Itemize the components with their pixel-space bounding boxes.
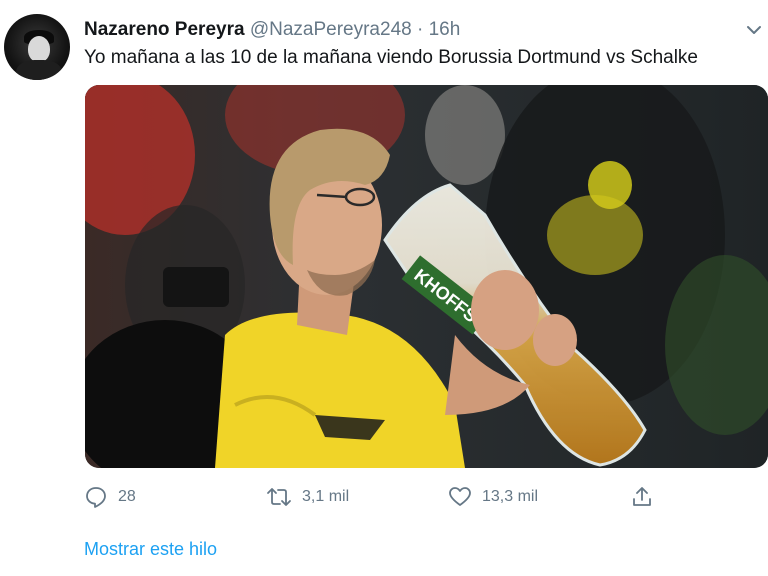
avatar[interactable] [4, 14, 70, 80]
like-button[interactable]: 13,3 mil [448, 484, 538, 510]
share-icon [633, 487, 651, 506]
tweet: Nazareno Pereyra @NazaPereyra248 · 16h Y… [0, 0, 768, 576]
photo-illustration: KHOFFS [85, 85, 768, 468]
reply-icon [86, 487, 106, 508]
share-button[interactable] [630, 484, 654, 510]
retweet-button[interactable]: 3,1 mil [266, 484, 349, 510]
show-thread-link[interactable]: Mostrar este hilo [84, 539, 217, 560]
reply-button[interactable]: 28 [84, 484, 136, 510]
author-handle[interactable]: @NazaPereyra248 [250, 19, 412, 40]
tweet-text: Yo mañana a las 10 de la mañana viendo B… [84, 47, 699, 68]
tweet-header: Nazareno Pereyra @NazaPereyra248 · 16h [84, 18, 460, 42]
tweet-timestamp[interactable]: 16h [429, 19, 461, 40]
avatar-face [28, 36, 50, 62]
avatar-shoulder [16, 60, 62, 80]
tweet-actions: 28 3,1 mil 13,3 mil [84, 484, 684, 510]
chevron-down-icon[interactable] [744, 20, 764, 40]
retweet-count: 3,1 mil [302, 488, 350, 505]
like-count: 13,3 mil [482, 488, 539, 505]
tweet-image[interactable]: KHOFFS [85, 85, 768, 468]
reply-count: 28 [118, 488, 136, 505]
author-name[interactable]: Nazareno Pereyra [84, 19, 245, 40]
retweet-icon [267, 488, 291, 506]
heart-icon [449, 487, 471, 506]
separator-dot: · [416, 19, 424, 40]
